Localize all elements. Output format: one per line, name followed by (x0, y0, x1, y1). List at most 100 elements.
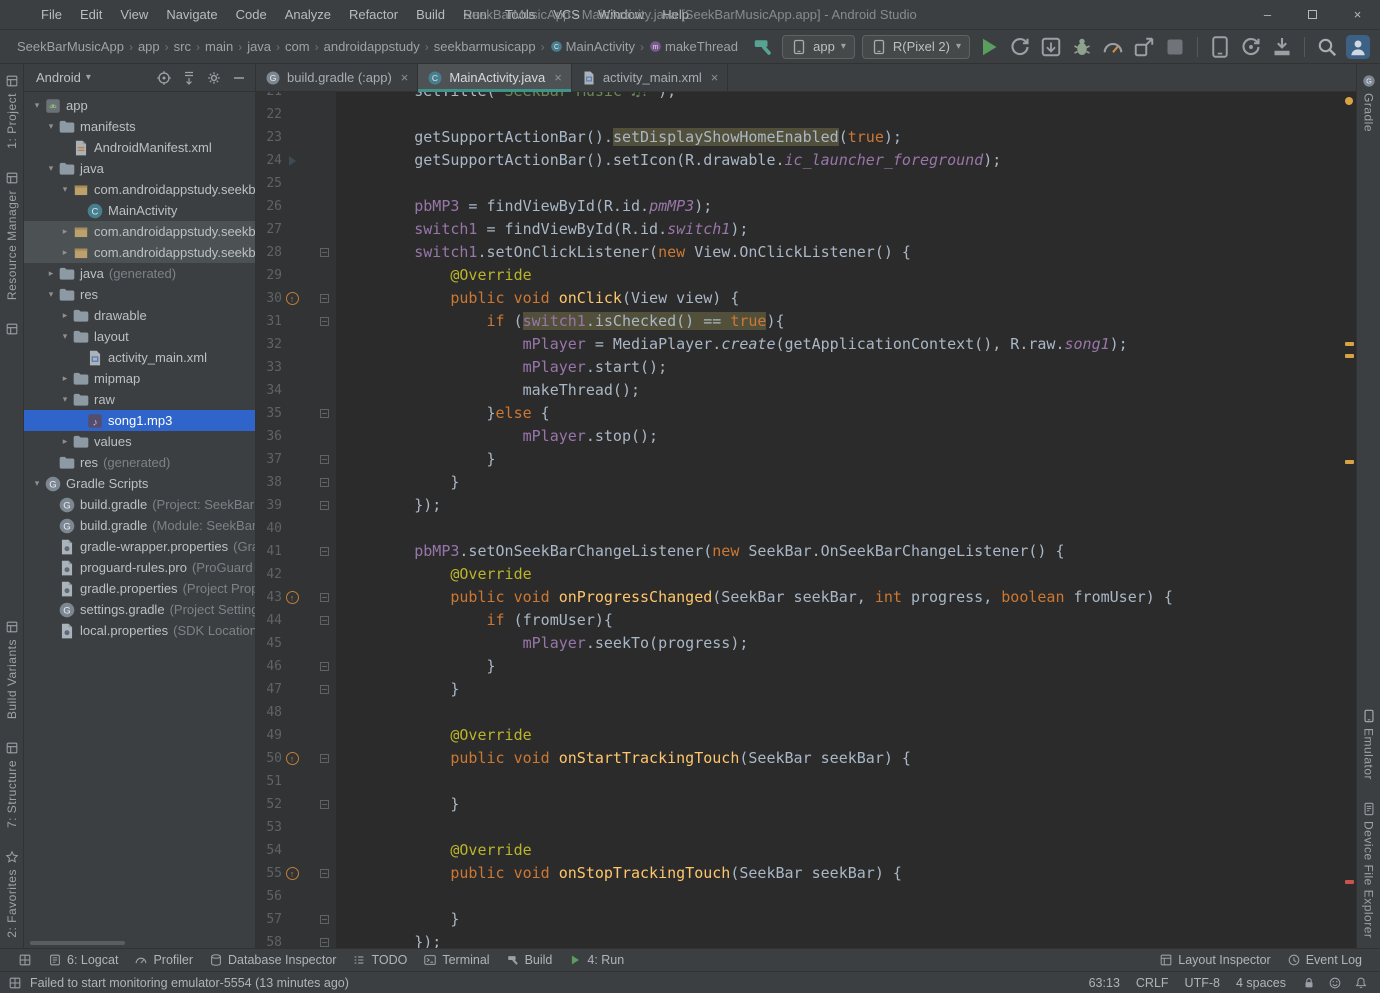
breadcrumb-seekbarmusicapp[interactable]: SeekBarMusicApp (14, 38, 127, 55)
chevron-down-icon[interactable]: ▾ (44, 289, 58, 300)
search-everywhere-button[interactable] (1315, 35, 1339, 59)
chevron-right-icon[interactable]: ▸ (58, 226, 72, 237)
breadcrumb-androidappstudy[interactable]: androidappstudy (321, 38, 423, 55)
tree-item-settings-gradle[interactable]: Gsettings.gradle (Project Settings) (24, 599, 255, 620)
tree-item-raw[interactable]: ▾ raw (24, 389, 255, 410)
fold-start-icon[interactable] (319, 409, 329, 418)
encoding-indicator[interactable]: UTF-8 (1185, 976, 1220, 990)
chevron-right-icon[interactable]: ▸ (58, 247, 72, 258)
chevron-right-icon[interactable]: ▸ (44, 268, 58, 279)
tree-item-gradle-scripts[interactable]: ▾ G Gradle Scripts (24, 473, 255, 494)
chevron-right-icon[interactable]: ▸ (58, 436, 72, 447)
warning-stripe-mark[interactable] (1345, 354, 1354, 358)
build-hammer-button[interactable] (751, 35, 775, 59)
fold-end-icon[interactable] (319, 685, 329, 694)
stop-button[interactable] (1163, 35, 1187, 59)
menu-view[interactable]: View (111, 0, 157, 29)
overriding-method-icon[interactable]: ↑ (285, 867, 299, 880)
quick-access-icon[interactable] (8, 976, 22, 990)
warning-stripe-mark[interactable] (1345, 342, 1354, 346)
chevron-down-icon[interactable]: ▾ (44, 121, 58, 132)
tree-item-com-androidappstudy-seekbarmusicapp[interactable]: ▸ com.androidappstudy.seekbarmusicapp (24, 242, 255, 263)
chevron-right-icon[interactable]: ▸ (58, 310, 72, 321)
line-ending-indicator[interactable]: CRLF (1136, 976, 1169, 990)
fold-start-icon[interactable] (319, 317, 329, 326)
overriding-method-icon[interactable]: ↑ (285, 752, 299, 765)
tool-stripe-1-project[interactable]: 1: Project (5, 74, 19, 149)
fold-start-icon[interactable] (319, 593, 329, 602)
overriding-method-icon[interactable]: ↑ (285, 292, 299, 305)
tree-item-res[interactable]: res (generated) (24, 452, 255, 473)
tree-item-build-gradle[interactable]: Gbuild.gradle (Module: SeekBarMusicApp.ap… (24, 515, 255, 536)
project-view-selector[interactable]: Android (36, 70, 81, 85)
collapse-all-icon[interactable] (181, 70, 197, 86)
fold-end-icon[interactable] (319, 938, 329, 947)
tree-item-song1-mp3[interactable]: ♪ song1.mp3 (24, 410, 255, 431)
breadcrumb-main[interactable]: main (202, 38, 236, 55)
maximize-button[interactable] (1290, 0, 1335, 29)
tool-button-4-run[interactable]: 4: Run (560, 949, 632, 971)
tool-button-profiler[interactable]: Profiler (126, 949, 201, 971)
fold-start-icon[interactable] (319, 754, 329, 763)
breadcrumb-java[interactable]: java (244, 38, 274, 55)
tree-item-app[interactable]: ▾ app (24, 95, 255, 116)
indent-indicator[interactable]: 4 spaces (1236, 976, 1286, 990)
settings-gear-icon[interactable] (206, 70, 222, 86)
device-select[interactable]: R(Pixel 2) ▾ (861, 34, 970, 59)
breadcrumb-seekbarmusicapp[interactable]: seekbarmusicapp (431, 38, 539, 55)
tree-item-res[interactable]: ▾ res (24, 284, 255, 305)
menu-analyze[interactable]: Analyze (276, 0, 340, 29)
breadcrumb-src[interactable]: src (171, 38, 194, 55)
tab-activity-main-xml[interactable]: activity_main.xml × (572, 64, 729, 91)
fold-end-icon[interactable] (319, 501, 329, 510)
caret-position[interactable]: 63:13 (1089, 976, 1120, 990)
chevron-down-icon[interactable]: ▾ (30, 478, 44, 489)
chevron-down-icon[interactable]: ▾ (58, 394, 72, 405)
tree-item-androidmanifest-xml[interactable]: AndroidManifest.xml (24, 137, 255, 158)
fold-start-icon[interactable] (319, 248, 329, 257)
tool-stripe-device-file-explorer[interactable]: Device File Explorer (1362, 802, 1376, 938)
fold-start-icon[interactable] (319, 547, 329, 556)
menu-refactor[interactable]: Refactor (340, 0, 407, 29)
run-button[interactable] (977, 35, 1001, 59)
project-tree[interactable]: ▾ app ▾ manifests AndroidManifest.xml ▾ java ▾ c… (24, 92, 255, 938)
tree-item-gradle-properties[interactable]: gradle.properties (Project Properties) (24, 578, 255, 599)
notifications-icon[interactable] (1354, 976, 1368, 990)
tool-stripe-build-variants[interactable]: Build Variants (5, 620, 19, 719)
menu-build[interactable]: Build (407, 0, 454, 29)
tree-item-manifests[interactable]: ▾ manifests (24, 116, 255, 137)
chevron-down-icon[interactable]: ▾ (58, 184, 72, 195)
close-button[interactable]: × (1335, 0, 1380, 29)
close-icon[interactable]: × (401, 70, 409, 85)
tool-stripe-gradle[interactable]: G Gradle (1362, 74, 1376, 132)
tree-item-com-androidappstudy-seekbarmusicapp[interactable]: ▸ com.androidappstudy.seekbarmusicapp (24, 221, 255, 242)
attach-debugger-button[interactable] (1132, 35, 1156, 59)
close-icon[interactable]: × (554, 70, 562, 85)
pinned-tool-icon[interactable] (5, 322, 19, 336)
debug-button[interactable] (1070, 35, 1094, 59)
profile-button[interactable] (1101, 35, 1125, 59)
scrollbar-thumb[interactable] (30, 941, 125, 945)
breadcrumb-app[interactable]: app (135, 38, 163, 55)
tree-item-java[interactable]: ▸ java (generated) (24, 263, 255, 284)
tool-stripe-resource-manager[interactable]: Resource Manager (5, 171, 19, 300)
tool-stripe-emulator[interactable]: Emulator (1362, 709, 1376, 780)
hide-panel-icon[interactable] (231, 70, 247, 86)
tab-mainactivity-java[interactable]: C MainActivity.java × (418, 64, 572, 92)
tool-button-todo[interactable]: TODO (344, 949, 415, 971)
tool-button-build[interactable]: Build (498, 949, 561, 971)
feedback-smiley-icon[interactable] (1328, 976, 1342, 990)
fold-end-icon[interactable] (319, 915, 329, 924)
fold-end-icon[interactable] (319, 478, 329, 487)
menu-navigate[interactable]: Navigate (157, 0, 226, 29)
sdk-manager-button[interactable] (1270, 35, 1294, 59)
breadcrumb-makethread[interactable]: m makeThread (646, 38, 741, 55)
fold-end-icon[interactable] (319, 662, 329, 671)
device-manager-button[interactable] (1208, 35, 1232, 59)
tree-item-java[interactable]: ▾ java (24, 158, 255, 179)
avatar-button[interactable] (1346, 34, 1370, 59)
fold-start-icon[interactable] (319, 869, 329, 878)
tool-button-terminal[interactable]: Terminal (415, 949, 497, 971)
close-icon[interactable]: × (711, 70, 719, 85)
error-stripe[interactable] (1343, 92, 1356, 948)
